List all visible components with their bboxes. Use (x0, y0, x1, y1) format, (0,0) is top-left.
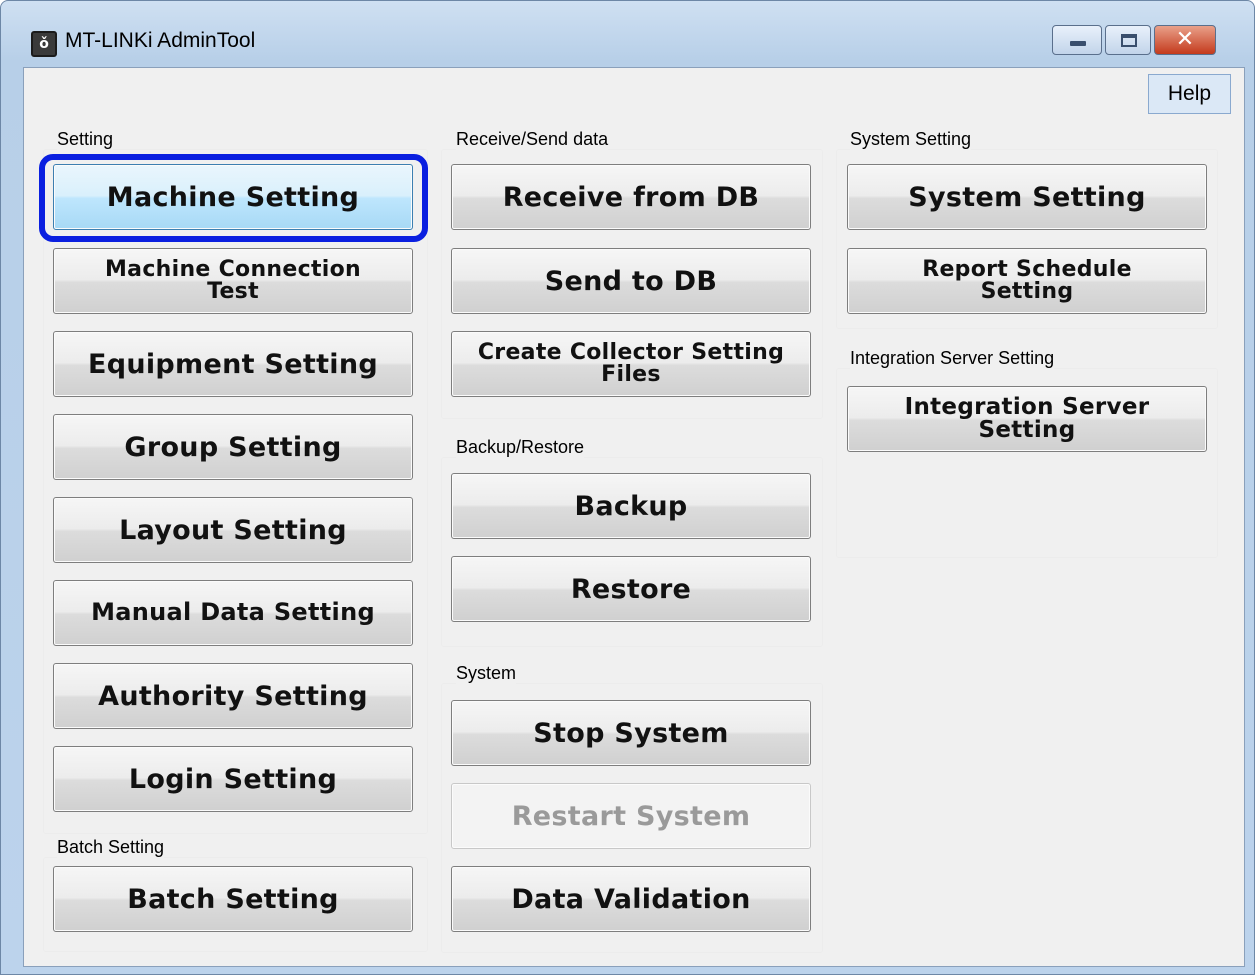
admin-tool-window: ǒ MT-LINKi AdminTool ✕ Help Setting Mach… (0, 0, 1255, 975)
close-icon: ✕ (1175, 27, 1195, 52)
help-button[interactable]: Help (1148, 74, 1231, 114)
system-group-label: System (456, 663, 517, 684)
send-to-db-button[interactable]: Send to DB (451, 248, 811, 314)
login-setting-button[interactable]: Login Setting (53, 746, 413, 812)
minimize-button[interactable] (1052, 25, 1102, 55)
title-bar[interactable]: ǒ MT-LINKi AdminTool ✕ (1, 1, 1254, 67)
layout-setting-button[interactable]: Layout Setting (53, 497, 413, 563)
machine-connection-test-button[interactable]: Machine Connection Test (53, 248, 413, 314)
maximize-icon (1121, 34, 1137, 47)
receive-from-db-button[interactable]: Receive from DB (451, 164, 811, 230)
system-setting-button[interactable]: System Setting (847, 164, 1207, 230)
maximize-button[interactable] (1105, 25, 1151, 55)
window-title: MT-LINKi AdminTool (65, 29, 256, 52)
restart-system-button[interactable]: Restart System (451, 783, 811, 849)
receive-send-group-label: Receive/Send data (456, 129, 609, 150)
setting-group-label: Setting (57, 129, 114, 150)
batch-setting-group-label: Batch Setting (57, 837, 165, 858)
close-button[interactable]: ✕ (1154, 25, 1216, 55)
minimize-icon (1070, 41, 1086, 46)
backup-restore-group-label: Backup/Restore (456, 437, 585, 458)
manual-data-setting-button[interactable]: Manual Data Setting (53, 580, 413, 646)
data-validation-button[interactable]: Data Validation (451, 866, 811, 932)
create-collector-setting-files-button[interactable]: Create Collector Setting Files (451, 331, 811, 397)
group-setting-button[interactable]: Group Setting (53, 414, 413, 480)
restore-button[interactable]: Restore (451, 556, 811, 622)
app-logo-icon: ǒ (31, 31, 57, 57)
batch-setting-button[interactable]: Batch Setting (53, 866, 413, 932)
integration-server-group-label: Integration Server Setting (850, 348, 1055, 369)
highlight-annotation (39, 154, 428, 242)
equipment-setting-button[interactable]: Equipment Setting (53, 331, 413, 397)
integration-server-setting-button[interactable]: Integration Server Setting (847, 386, 1207, 452)
stop-system-button[interactable]: Stop System (451, 700, 811, 766)
backup-button[interactable]: Backup (451, 473, 811, 539)
system-setting-group-label: System Setting (850, 129, 972, 150)
authority-setting-button[interactable]: Authority Setting (53, 663, 413, 729)
report-schedule-setting-button[interactable]: Report Schedule Setting (847, 248, 1207, 314)
